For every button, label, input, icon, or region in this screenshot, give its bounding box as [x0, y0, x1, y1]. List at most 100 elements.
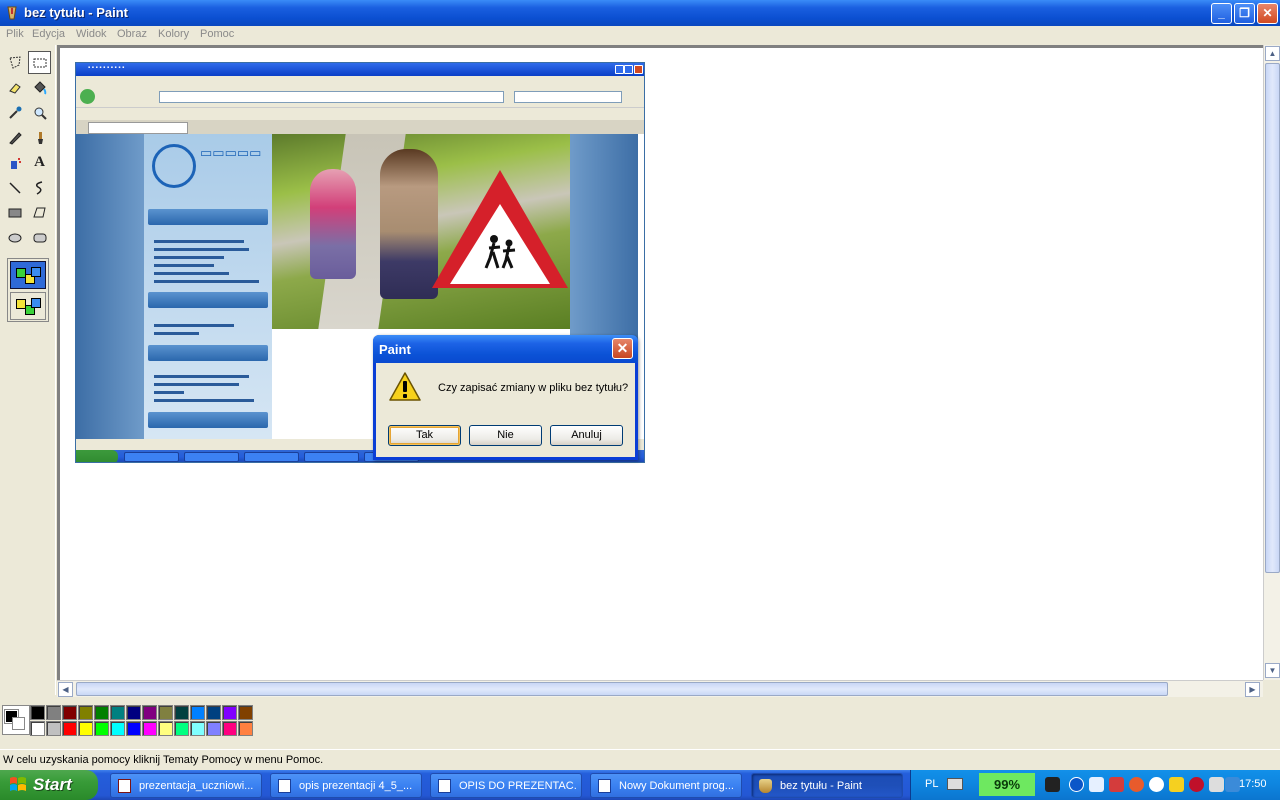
menu-colors[interactable]: Kolory: [158, 28, 189, 40]
rectangle-icon[interactable]: [3, 201, 26, 224]
magnifier-icon[interactable]: [28, 101, 51, 124]
color-swatch[interactable]: [222, 721, 237, 736]
menu-edit[interactable]: Edycja: [32, 28, 65, 40]
power-plug-icon[interactable]: [1045, 777, 1060, 792]
color-swatch[interactable]: [142, 721, 157, 736]
security-alert-icon[interactable]: [1129, 777, 1144, 792]
transparent-selection-option[interactable]: [10, 292, 46, 320]
color-swatch[interactable]: [206, 721, 221, 736]
taskbar-item-paint[interactable]: bez tytułu - Paint: [751, 773, 903, 798]
no-button[interactable]: Nie: [469, 425, 542, 446]
messenger-icon[interactable]: [1149, 777, 1164, 792]
color-swatch[interactable]: [62, 721, 77, 736]
eraser-icon[interactable]: [3, 76, 26, 99]
fill-bucket-icon[interactable]: [28, 76, 51, 99]
color-swatch[interactable]: [78, 721, 93, 736]
rectangle-select-icon[interactable]: [28, 51, 51, 74]
start-label: Start: [33, 775, 72, 794]
color-swatch[interactable]: [158, 705, 173, 720]
volume-icon[interactable]: [1225, 777, 1240, 792]
pencil-icon[interactable]: [3, 126, 26, 149]
color-palette: [0, 697, 1280, 746]
shield-icon[interactable]: [1169, 777, 1184, 792]
horizontal-scrollbar[interactable]: ◀ ▶: [57, 680, 1263, 697]
color-swatch[interactable]: [190, 721, 205, 736]
color-swatch[interactable]: [126, 705, 141, 720]
scroll-down-arrow-icon[interactable]: ▼: [1265, 663, 1280, 678]
rounded-rectangle-icon[interactable]: [28, 226, 51, 249]
minimize-button[interactable]: _: [1211, 3, 1232, 24]
language-indicator[interactable]: PL: [925, 778, 938, 790]
color-swatch[interactable]: [158, 721, 173, 736]
color-swatch[interactable]: [78, 705, 93, 720]
color-swatch[interactable]: [206, 705, 221, 720]
color-swatch[interactable]: [30, 705, 45, 720]
toolbox: A: [0, 45, 56, 695]
taskbar-item-opis-do-prezentacji[interactable]: OPIS DO PREZENTAC...: [430, 773, 582, 798]
text-tool-icon[interactable]: A: [28, 151, 51, 174]
scroll-right-arrow-icon[interactable]: ▶: [1245, 682, 1260, 697]
dialog-close-button[interactable]: ✕: [612, 338, 633, 359]
vertical-scroll-thumb[interactable]: [1265, 63, 1280, 573]
color-swatch[interactable]: [62, 705, 77, 720]
keyboard-icon[interactable]: [947, 778, 963, 790]
warning-icon: [389, 372, 421, 401]
color-swatch[interactable]: [94, 721, 109, 736]
background-color: [12, 717, 25, 730]
vertical-scrollbar[interactable]: ▲ ▼: [1263, 45, 1280, 680]
polygon-icon[interactable]: [28, 201, 51, 224]
menu-view[interactable]: Widok: [76, 28, 107, 40]
color-swatch[interactable]: [46, 721, 61, 736]
color-swatch[interactable]: [142, 705, 157, 720]
taskbar-item-nowy-dokument[interactable]: Nowy Dokument prog...: [590, 773, 742, 798]
color-swatch[interactable]: [94, 705, 109, 720]
dialog-title-bar[interactable]: Paint ✕: [373, 335, 638, 363]
airbrush-icon[interactable]: [3, 151, 26, 174]
horizontal-scroll-thumb[interactable]: [76, 682, 1168, 696]
status-message: W celu uzyskania pomocy kliknij Tematy P…: [3, 754, 324, 766]
back-arrow-icon[interactable]: [1069, 777, 1084, 792]
taskbar-item-opis-prezentacji[interactable]: opis prezentacji 4_5_...: [270, 773, 422, 798]
windows-logo-icon: [10, 777, 26, 791]
color-swatch[interactable]: [190, 705, 205, 720]
start-button[interactable]: Start: [0, 770, 98, 800]
current-colors-indicator: [2, 705, 30, 735]
pdf-icon: [118, 779, 131, 793]
close-button[interactable]: ✕: [1257, 3, 1278, 24]
color-picker-icon[interactable]: [3, 101, 26, 124]
yes-button[interactable]: Tak: [388, 425, 461, 446]
color-swatch[interactable]: [174, 721, 189, 736]
color-swatch[interactable]: [30, 721, 45, 736]
paint-icon: [759, 779, 772, 793]
color-swatch[interactable]: [222, 705, 237, 720]
menu-file[interactable]: Plik: [6, 28, 24, 40]
windows-taskbar: Start prezentacja_uczniowi... opis preze…: [0, 770, 1280, 800]
color-swatch[interactable]: [110, 721, 125, 736]
brush-icon[interactable]: [28, 126, 51, 149]
color-swatch[interactable]: [174, 705, 189, 720]
device-icon[interactable]: [1209, 777, 1224, 792]
wireless-icon[interactable]: [1089, 777, 1104, 792]
opaque-selection-option[interactable]: [10, 261, 46, 289]
cancel-button[interactable]: Anuluj: [550, 425, 623, 446]
scroll-up-arrow-icon[interactable]: ▲: [1265, 46, 1280, 61]
taskbar-item-prezentacja[interactable]: prezentacja_uczniowi...: [110, 773, 262, 798]
save-changes-dialog: Paint ✕ Czy zapisać zmiany w pliku bez t…: [373, 335, 638, 460]
paint-app-icon[interactable]: [4, 5, 20, 21]
ellipse-icon[interactable]: [3, 226, 26, 249]
color-swatch[interactable]: [46, 705, 61, 720]
battery-indicator[interactable]: 99%: [979, 773, 1035, 796]
line-icon[interactable]: [3, 176, 26, 199]
color-swatch[interactable]: [110, 705, 125, 720]
curve-icon[interactable]: [28, 176, 51, 199]
menu-help[interactable]: Pomoc: [200, 28, 234, 40]
free-form-select-icon[interactable]: [3, 51, 26, 74]
color-swatch[interactable]: [238, 705, 253, 720]
scroll-left-arrow-icon[interactable]: ◀: [58, 682, 73, 697]
antivirus-icon[interactable]: [1189, 777, 1204, 792]
color-swatch[interactable]: [126, 721, 141, 736]
color-swatch[interactable]: [238, 721, 253, 736]
menu-image[interactable]: Obraz: [117, 28, 147, 40]
network-icon[interactable]: [1109, 777, 1124, 792]
maximize-button[interactable]: ❐: [1234, 3, 1255, 24]
